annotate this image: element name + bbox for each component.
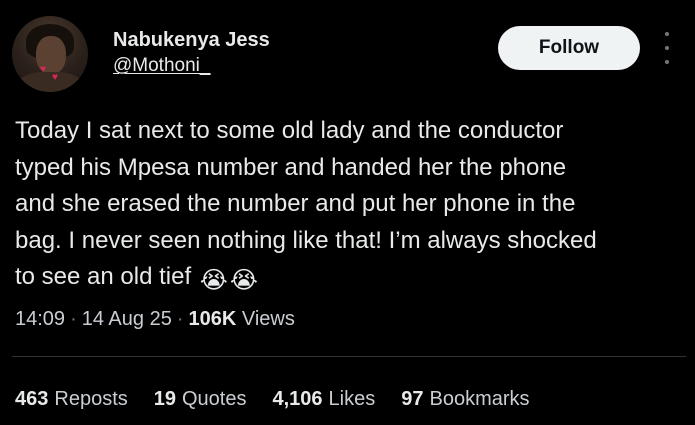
dot (665, 32, 669, 36)
tweet-line: Today I sat next to some old lady and th… (15, 117, 564, 144)
stat-count: 19 (153, 388, 176, 410)
tweet-meta: 14:09 · 14 Aug 25 · 106K Views (15, 308, 295, 330)
divider (12, 356, 686, 357)
tweet-header: ♥ ♥ Nabukenya Jess @Mothoni_ Follow (12, 14, 683, 94)
tweet-line: and she erased the number and put her ph… (15, 190, 576, 217)
tweet-line: typed his Mpesa number and handed her th… (15, 153, 567, 181)
crying-face-emoji: 😭 (199, 267, 228, 294)
stat-likes[interactable]: 4,106 Likes (272, 388, 375, 411)
views-count: 106K (188, 308, 237, 330)
stat-quotes[interactable]: 19 Quotes (154, 388, 247, 411)
handle[interactable]: @Mothoni_ (113, 54, 270, 78)
author-names: Nabukenya Jess @Mothoni_ (113, 28, 270, 78)
stat-label: Reposts (54, 388, 128, 410)
heart-icon: ♥ (40, 64, 46, 75)
heart-icon: ♥ (52, 72, 58, 83)
more-options-icon[interactable] (660, 32, 674, 64)
tweet-date[interactable]: 14 Aug 25 (82, 308, 172, 330)
stat-count: 4,106 (272, 388, 323, 410)
tweet-text: Today I sat next to some old lady and th… (15, 113, 687, 300)
tweet-time[interactable]: 14:09 (15, 308, 65, 330)
views-label: Views (241, 308, 295, 330)
tweet-line: bag. I never seen nothing like that! I’m… (15, 226, 597, 254)
engagement-stats: 463 Reposts 19 Quotes 4,106 Likes 97 Bookmar… (15, 388, 556, 411)
stat-bookmarks[interactable]: 97 Bookmarks (401, 388, 529, 411)
avatar[interactable]: ♥ ♥ (12, 16, 88, 92)
stat-reposts[interactable]: 463 Reposts (15, 388, 128, 411)
stat-count: 97 (401, 388, 424, 410)
display-name[interactable]: Nabukenya Jess (113, 28, 270, 52)
avatar-shirt (18, 72, 82, 92)
stat-label: Bookmarks (429, 388, 530, 410)
dot (665, 60, 669, 64)
stat-label: Quotes (182, 388, 247, 410)
follow-button[interactable]: Follow (498, 26, 640, 70)
stat-label: Likes (328, 388, 376, 410)
crying-face-emoji: 😭 (229, 267, 258, 294)
tweet-line: to see an old tief (15, 263, 192, 290)
dot (665, 46, 669, 50)
stat-count: 463 (15, 388, 49, 410)
